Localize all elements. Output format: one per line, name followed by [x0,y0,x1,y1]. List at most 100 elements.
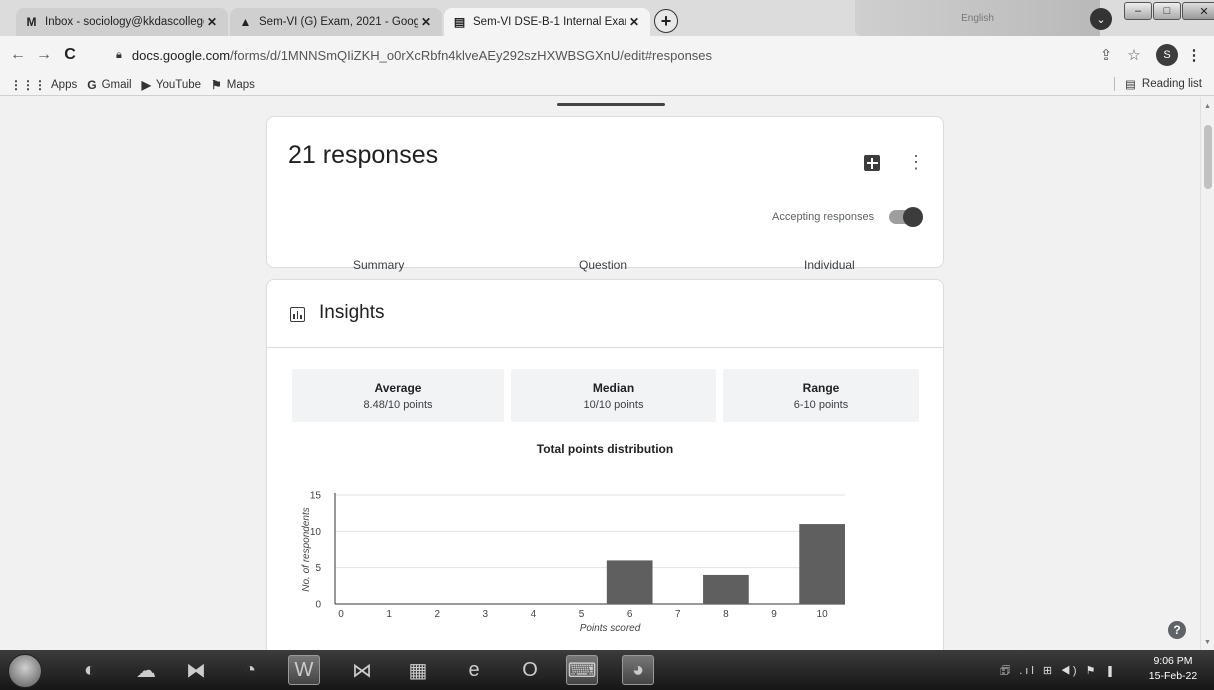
stat-value: 10/10 points [583,399,644,411]
profile-avatar[interactable]: S [1156,44,1178,66]
stat-range: Range 6-10 points [723,369,919,422]
x-tick-label: 10 [817,609,829,620]
x-tick-label: 1 [386,609,392,620]
x-tick-label: 9 [771,609,777,620]
x-tick-label: 8 [723,609,729,620]
insights-icon [290,307,305,322]
keyboard-icon[interactable]: ⌨ [566,655,598,685]
bookmark-label: YouTube [155,78,202,91]
x-tick-label: 0 [338,609,344,620]
bookmark-label: Gmail [101,78,132,91]
opera-icon[interactable]: ◔ [234,655,266,685]
scroll-up-icon[interactable]: ▲ [1204,103,1211,110]
google-drive-icon: ▲ [239,15,252,29]
tab-google-forms[interactable]: ▤ Sem-VI DSE-B-1 Internal Examina ✕ [444,8,650,36]
help-icon[interactable]: ? [1168,621,1186,639]
youtube-icon: ▶ [141,77,151,92]
media-player-icon[interactable]: ◐ [74,655,106,685]
responses-card: 21 responses ⋮ Accepting responses Summa… [266,116,944,287]
x-tick-label: 5 [579,609,585,620]
file-manager-icon[interactable]: ▦ [402,655,434,685]
accepting-responses-label: Accepting responses [772,211,875,223]
tab-question[interactable]: Question [579,258,627,272]
reading-list-icon: ▤ [1125,79,1136,91]
paint-icon[interactable]: ☁ [130,655,162,685]
tab-summary[interactable]: Summary [353,258,404,272]
star-icon[interactable]: ☆ [1124,45,1144,65]
page-scrollbar[interactable]: ▲ ▼ [1200,97,1214,650]
url-path: /forms/d/1MNNSmQIiZKH_o0rXcRbfn4klveAEy2… [230,47,713,63]
spreadsheet-icon[interactable] [864,155,880,171]
tab-title: Inbox - sociology@kkdascollege. [45,16,204,28]
maps-icon: ⚑ [211,77,222,92]
y-tick-label: 15 [310,491,322,502]
clock-time: 9:06 PM [1153,655,1193,667]
tab-title: Sem-VI (G) Exam, 2021 - Google [259,16,418,28]
stat-value: 6-10 points [793,399,849,411]
scrollbar-thumb[interactable] [1204,125,1212,189]
close-window-button[interactable]: ✕ [1182,2,1214,20]
browser-toolbar: ← → C 🔒︎ docs.google.com/forms/d/1MNNSmQ… [0,36,1214,74]
forward-arrow-icon[interactable]: → [34,45,54,65]
scroll-down-icon[interactable]: ▼ [1204,639,1211,646]
toolbar-tray: English [855,0,1100,36]
close-icon[interactable]: ✕ [418,15,434,29]
bookmark-label: Maps [226,78,255,91]
accepting-responses-toggle[interactable] [889,207,923,227]
back-arrow-icon[interactable]: ← [8,45,28,65]
bookmark-label: Apps [51,78,78,91]
bar [606,560,653,604]
opera-browser-icon[interactable]: O [514,655,546,685]
tab-gmail-inbox[interactable]: M Inbox - sociology@kkdascollege. ✕ [16,8,228,36]
messenger-icon[interactable]: ⋈ [346,655,378,685]
toggle-knob [903,207,923,227]
bookmark-apps[interactable]: ⋮⋮⋮ Apps [10,78,77,92]
header-indicator [557,103,665,106]
chrome-icon[interactable]: ◕ [622,655,654,685]
tab-title: Sem-VI DSE-B-1 Internal Examina [473,16,626,28]
media-icon[interactable]: ⧓ [180,655,212,685]
bookmark-maps[interactable]: ⚑ Maps [211,78,255,92]
system-tray[interactable]: 🗊 .ıl ⊞ ◀) ⚑ ▮ [1000,662,1119,681]
clock[interactable]: 9:06 PM 15-Feb-22 [1140,654,1206,684]
close-icon[interactable]: ✕ [626,15,642,29]
stat-median: Median 10/10 points [511,369,716,422]
bookmarks-bar: ⋮⋮⋮ Apps G Gmail ▶ YouTube ⚑ Maps ▤ Read… [0,74,1214,96]
chevron-down-icon[interactable]: ⌄ [1090,8,1112,30]
bookmark-gmail[interactable]: G Gmail [87,78,131,92]
responses-count-title: 21 responses [288,141,439,169]
insights-title: Insights [319,302,385,323]
minimize-button[interactable]: – [1124,2,1152,20]
google-forms-icon: ▤ [453,15,466,29]
lock-icon: 🔒︎ [116,48,122,61]
gmail-icon: M [26,15,37,29]
stat-label: Median [592,381,635,395]
share-icon[interactable]: ⇪ [1096,45,1116,65]
address-bar[interactable]: 🔒︎ docs.google.com/forms/d/1MNNSmQIiZKH_… [106,40,1096,70]
y-tick-label: 5 [315,563,321,574]
window-controls: – □ ✕ [1124,2,1214,20]
more-vert-icon[interactable]: ⋮ [1184,45,1204,65]
bar [703,574,749,604]
tab-google-drive[interactable]: ▲ Sem-VI (G) Exam, 2021 - Google ✕ [230,8,442,36]
stat-label: Average [374,381,422,395]
windows-taskbar: ◐ ☁ ⧓ ◔ W ⋈ ▦ e O ⌨ ◕ 🗊 .ıl ⊞ ◀) ⚑ ▮ 9:0… [0,650,1214,690]
reading-list-button[interactable]: ▤ Reading list [1114,77,1202,91]
start-button[interactable] [8,654,42,688]
new-tab-button[interactable]: + [654,9,678,33]
chart-title: Total points distribution [536,442,674,456]
x-axis-label: Points scored [580,623,641,634]
bookmark-youtube[interactable]: ▶ YouTube [142,78,201,92]
points-distribution-chart: 0510150 1 2 3 4 5 6 7 8 9 10Points scoredNo. of re… [301,491,845,634]
tab-individual[interactable]: Individual [804,258,855,272]
x-tick-label: 6 [627,609,633,620]
close-icon[interactable]: ✕ [204,15,220,29]
internet-explorer-icon[interactable]: e [458,655,490,685]
reload-icon[interactable]: C [60,45,80,65]
word-icon[interactable]: W [288,655,320,685]
x-tick-label: 7 [675,609,681,620]
maximize-button[interactable]: □ [1153,2,1181,20]
apps-icon: ⋮⋮⋮ [10,77,46,92]
y-tick-label: 0 [315,600,321,611]
more-options-icon[interactable]: ⋮ [907,153,925,171]
